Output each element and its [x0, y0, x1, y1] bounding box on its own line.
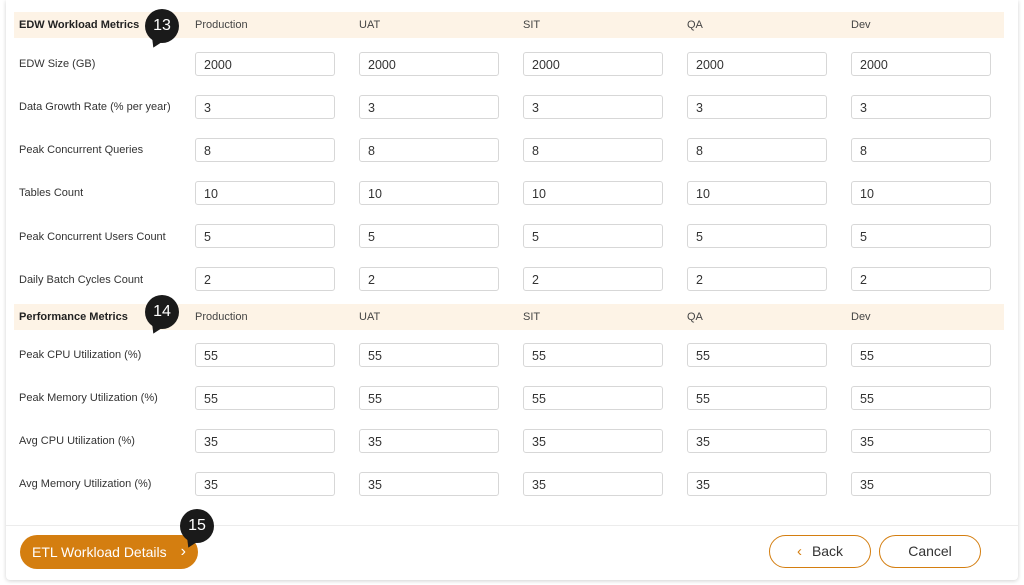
- peak-users-sit-input[interactable]: 5: [523, 224, 663, 248]
- peak-memory-qa-input[interactable]: 55: [687, 386, 827, 410]
- avg-cpu-qa-input[interactable]: 35: [687, 429, 827, 453]
- batch-cycles-production-input[interactable]: 2: [195, 267, 335, 291]
- row-label-peak-users: Peak Concurrent Users Count: [19, 231, 166, 243]
- row-label-peak-memory: Peak Memory Utilization (%): [19, 392, 158, 404]
- batch-cycles-sit-input[interactable]: 2: [523, 267, 663, 291]
- data-growth-qa-input[interactable]: 3: [687, 95, 827, 119]
- edw-size-sit-input[interactable]: 2000: [523, 52, 663, 76]
- row-label-edw-size: EDW Size (GB): [19, 58, 96, 70]
- perf-section-title: Performance Metrics: [19, 311, 128, 323]
- tables-count-uat-input[interactable]: 10: [359, 181, 499, 205]
- tables-count-sit-input[interactable]: 10: [523, 181, 663, 205]
- cancel-label: Cancel: [908, 543, 952, 559]
- perf-col-qa: QA: [687, 311, 703, 323]
- perf-col-dev: Dev: [851, 311, 871, 323]
- peak-queries-qa-input[interactable]: 8: [687, 138, 827, 162]
- edw-size-uat-input[interactable]: 2000: [359, 52, 499, 76]
- data-growth-production-input[interactable]: 3: [195, 95, 335, 119]
- edw-col-sit: SIT: [523, 19, 541, 31]
- peak-users-uat-input[interactable]: 5: [359, 224, 499, 248]
- peak-cpu-production-input[interactable]: 55: [195, 343, 335, 367]
- tables-count-qa-input[interactable]: 10: [687, 181, 827, 205]
- row-label-tables-count: Tables Count: [19, 187, 84, 199]
- back-label: Back: [811, 543, 844, 559]
- edw-size-qa-input[interactable]: 2000: [687, 52, 827, 76]
- tables-count-dev-input[interactable]: 10: [851, 181, 991, 205]
- edw-size-production-input[interactable]: 2000: [195, 52, 335, 76]
- avg-cpu-sit-input[interactable]: 35: [523, 429, 663, 453]
- edw-col-production: Production: [195, 19, 248, 31]
- peak-memory-production-input[interactable]: 55: [195, 386, 335, 410]
- peak-users-production-input[interactable]: 5: [195, 224, 335, 248]
- callout-15: 15: [180, 509, 214, 543]
- peak-queries-dev-input[interactable]: 8: [851, 138, 991, 162]
- data-growth-uat-input[interactable]: 3: [359, 95, 499, 119]
- edw-col-uat: UAT: [359, 19, 381, 31]
- peak-cpu-dev-input[interactable]: 55: [851, 343, 991, 367]
- footer-divider: [6, 525, 1018, 526]
- avg-memory-qa-input[interactable]: 35: [687, 472, 827, 496]
- peak-cpu-uat-input[interactable]: 55: [359, 343, 499, 367]
- batch-cycles-uat-input[interactable]: 2: [359, 267, 499, 291]
- data-growth-sit-input[interactable]: 3: [523, 95, 663, 119]
- perf-col-uat: UAT: [359, 311, 381, 323]
- etl-workload-details-label: ETL Workload Details: [32, 544, 167, 560]
- edw-section-title: EDW Workload Metrics: [19, 19, 140, 31]
- peak-memory-sit-input[interactable]: 55: [523, 386, 663, 410]
- chevron-left-icon: ‹: [796, 543, 802, 560]
- row-label-peak-cpu: Peak CPU Utilization (%): [19, 349, 142, 361]
- batch-cycles-dev-input[interactable]: 2: [851, 267, 991, 291]
- peak-users-dev-input[interactable]: 5: [851, 224, 991, 248]
- row-label-batch-cycles: Daily Batch Cycles Count: [19, 274, 144, 286]
- avg-cpu-uat-input[interactable]: 35: [359, 429, 499, 453]
- perf-col-sit: SIT: [523, 311, 541, 323]
- avg-memory-production-input[interactable]: 35: [195, 472, 335, 496]
- tables-count-production-input[interactable]: 10: [195, 181, 335, 205]
- edw-col-dev: Dev: [851, 19, 871, 31]
- avg-memory-sit-input[interactable]: 35: [523, 472, 663, 496]
- peak-memory-uat-input[interactable]: 55: [359, 386, 499, 410]
- peak-cpu-sit-input[interactable]: 55: [523, 343, 663, 367]
- avg-cpu-production-input[interactable]: 35: [195, 429, 335, 453]
- callout-13: 13: [145, 9, 179, 43]
- back-button[interactable]: ‹ Back: [769, 535, 871, 568]
- avg-memory-dev-input[interactable]: 35: [851, 472, 991, 496]
- peak-queries-sit-input[interactable]: 8: [523, 138, 663, 162]
- row-label-data-growth: Data Growth Rate (% per year): [19, 101, 171, 113]
- batch-cycles-qa-input[interactable]: 2: [687, 267, 827, 291]
- peak-users-qa-input[interactable]: 5: [687, 224, 827, 248]
- callout-14: 14: [145, 295, 179, 329]
- data-growth-dev-input[interactable]: 3: [851, 95, 991, 119]
- peak-cpu-qa-input[interactable]: 55: [687, 343, 827, 367]
- edw-size-dev-input[interactable]: 2000: [851, 52, 991, 76]
- edw-col-qa: QA: [687, 19, 703, 31]
- etl-workload-details-button[interactable]: ETL Workload Details ›: [20, 535, 198, 569]
- avg-memory-uat-input[interactable]: 35: [359, 472, 499, 496]
- peak-queries-production-input[interactable]: 8: [195, 138, 335, 162]
- row-label-peak-queries: Peak Concurrent Queries: [19, 144, 144, 156]
- cancel-button[interactable]: Cancel: [879, 535, 981, 568]
- row-label-avg-cpu: Avg CPU Utilization (%): [19, 435, 135, 447]
- peak-memory-dev-input[interactable]: 55: [851, 386, 991, 410]
- row-label-avg-memory: Avg Memory Utilization (%): [19, 478, 152, 490]
- peak-queries-uat-input[interactable]: 8: [359, 138, 499, 162]
- avg-cpu-dev-input[interactable]: 35: [851, 429, 991, 453]
- perf-col-production: Production: [195, 311, 248, 323]
